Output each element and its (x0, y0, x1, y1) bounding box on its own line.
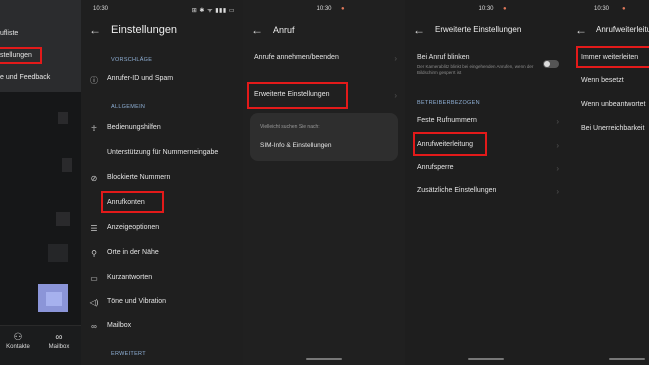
toggle-knob (544, 61, 550, 67)
chevron-right-icon: › (394, 91, 397, 100)
accessibility-icon: ☥ (91, 124, 97, 133)
settings-item-label: Kurzantworten (107, 274, 153, 281)
status-time: 10:30 (478, 6, 494, 12)
settings-item-label: Wenn besetzt (581, 77, 624, 84)
page-title: Einstellungen (111, 24, 178, 36)
settings-item-label: Orte in der Nähe (107, 249, 159, 256)
home-indicator[interactable] (468, 358, 504, 360)
app-bar: ← Anruf (243, 20, 405, 42)
app-bar: ← Anrufweiterleitu (567, 20, 649, 42)
chevron-right-icon: › (556, 117, 559, 126)
page-title: Anruf (273, 25, 295, 35)
pixelated-area (62, 158, 72, 172)
section-header-advanced: ERWEITERT (111, 351, 146, 357)
section-header-general: ALLGEMEIN (111, 104, 146, 110)
status-time: 10:30 (93, 6, 109, 12)
settings-item-label: Anrufer-ID und Spam (107, 75, 174, 82)
section-header-suggestions: VORSCHLÄGE (111, 57, 153, 63)
notification-dot-icon: ● (341, 6, 345, 12)
settings-item-description: Der Kamerablitz blinkt bei eingehenden A… (417, 64, 534, 75)
app-bar: ← Erweiterte Einstellungen (405, 20, 567, 42)
settings-item-label: Blockierte Nummern (107, 174, 171, 181)
chevron-right-icon: › (556, 187, 559, 196)
contacts-icon: ⚇ (13, 332, 23, 343)
phone-screen-settings: 10:30 ⊞ ✱ ᯤ ▮▮▮ ▭ ← Einstellungen VORSCH… (81, 0, 243, 365)
settings-item-label: Anzeigeoptionen (107, 224, 160, 231)
suggestion-hint: Vielleicht suchen Sie nach: (260, 124, 320, 130)
back-arrow-icon[interactable]: ← (413, 20, 425, 40)
menu-item-call-history[interactable]: ufliste (0, 30, 18, 37)
voicemail-icon: ∞ (55, 332, 63, 343)
settings-item-label: Bei Unerreichbarkeit (581, 125, 645, 132)
back-arrow-icon[interactable]: ← (251, 20, 263, 40)
pixelated-area (48, 244, 68, 262)
status-bar: 10:30 ⊞ ✱ ᯤ ▮▮▮ ▭ (81, 0, 243, 18)
flash-toggle[interactable] (543, 60, 559, 68)
settings-item-label: Bei Anruf blinken (417, 54, 470, 61)
nav-mailbox[interactable]: ∞ Mailbox (42, 332, 76, 350)
chevron-right-icon: › (394, 54, 397, 63)
home-indicator[interactable] (306, 358, 342, 360)
location-pin-icon: ⚲ (91, 249, 97, 258)
pixelated-avatar-inner (46, 292, 62, 306)
nav-contacts-label: Kontakte (6, 344, 30, 350)
page-title: Anrufweiterleitu (596, 25, 649, 34)
chevron-right-icon: › (556, 164, 559, 173)
suggestion-sim-info[interactable]: SIM-Info & Einstellungen (260, 142, 332, 149)
highlight-box (101, 191, 164, 213)
app-bar: ← Einstellungen (81, 20, 243, 42)
highlight-box (0, 47, 42, 64)
highlight-box (413, 132, 487, 156)
settings-item-label: Anrufe annehmen/beenden (254, 54, 339, 61)
settings-item-label: Mailbox (107, 322, 132, 329)
phone-screen-partial: ufliste stellungen e und Feedback ⚇ Kont… (0, 0, 81, 365)
highlight-box (576, 46, 649, 68)
block-icon: ⊘ (90, 174, 98, 183)
settings-item-label: Feste Rufnummern (417, 117, 477, 124)
status-bar: 10:30 ● (405, 0, 567, 18)
pixelated-area (58, 112, 68, 124)
settings-item-label: Bedienungshilfen (107, 124, 161, 131)
phone-screen-call-forwarding: 10:30 ● ← Anrufweiterleitu Immer weiterl… (567, 0, 649, 365)
voicemail-icon: ∞ (91, 322, 97, 331)
bottom-navigation: ⚇ Kontakte ∞ Mailbox (0, 325, 81, 365)
status-icons: ⊞ ✱ ᯤ ▮▮▮ ▭ (191, 8, 235, 14)
suggestion-card: Vielleicht suchen Sie nach: SIM-Info & E… (250, 113, 398, 161)
list-icon: ☰ (90, 224, 98, 233)
notification-dot-icon: ● (503, 6, 507, 12)
settings-item-label: Zusätzliche Einstellungen (417, 187, 497, 194)
info-icon: ⓘ (90, 76, 98, 85)
status-bar: 10:30 ● (567, 0, 649, 18)
pixelated-area (56, 212, 70, 226)
notification-dot-icon: ● (622, 6, 626, 12)
back-arrow-icon[interactable]: ← (89, 20, 101, 40)
section-header-operator: BETREIBERBEZOGEN (417, 100, 480, 106)
speaker-icon: ◁) (89, 298, 99, 307)
settings-item-label: Anrufsperre (417, 164, 454, 171)
page-title: Erweiterte Einstellungen (435, 25, 522, 34)
status-bar: 10:30 ● (243, 0, 405, 18)
settings-item-label: Unterstützung für Nummerneingabe (107, 149, 219, 156)
highlight-box (247, 82, 348, 109)
home-indicator[interactable] (609, 358, 645, 360)
status-time: 10:30 (316, 6, 332, 12)
menu-item-help-feedback[interactable]: e und Feedback (0, 74, 50, 81)
phone-screen-call: 10:30 ● ← Anruf Anrufe annehmen/beenden … (243, 0, 405, 365)
settings-item-label: Wenn unbeantwortet (581, 101, 646, 108)
status-time: 10:30 (594, 6, 610, 12)
nav-mailbox-label: Mailbox (48, 344, 70, 350)
settings-item-label: Töne und Vibration (107, 298, 167, 305)
phone-screen-advanced-settings: 10:30 ● ← Erweiterte Einstellungen Bei A… (405, 0, 567, 365)
chevron-right-icon: › (556, 141, 559, 150)
nav-contacts[interactable]: ⚇ Kontakte (1, 332, 35, 350)
back-arrow-icon[interactable]: ← (575, 20, 587, 40)
message-icon: ▭ (90, 274, 98, 283)
